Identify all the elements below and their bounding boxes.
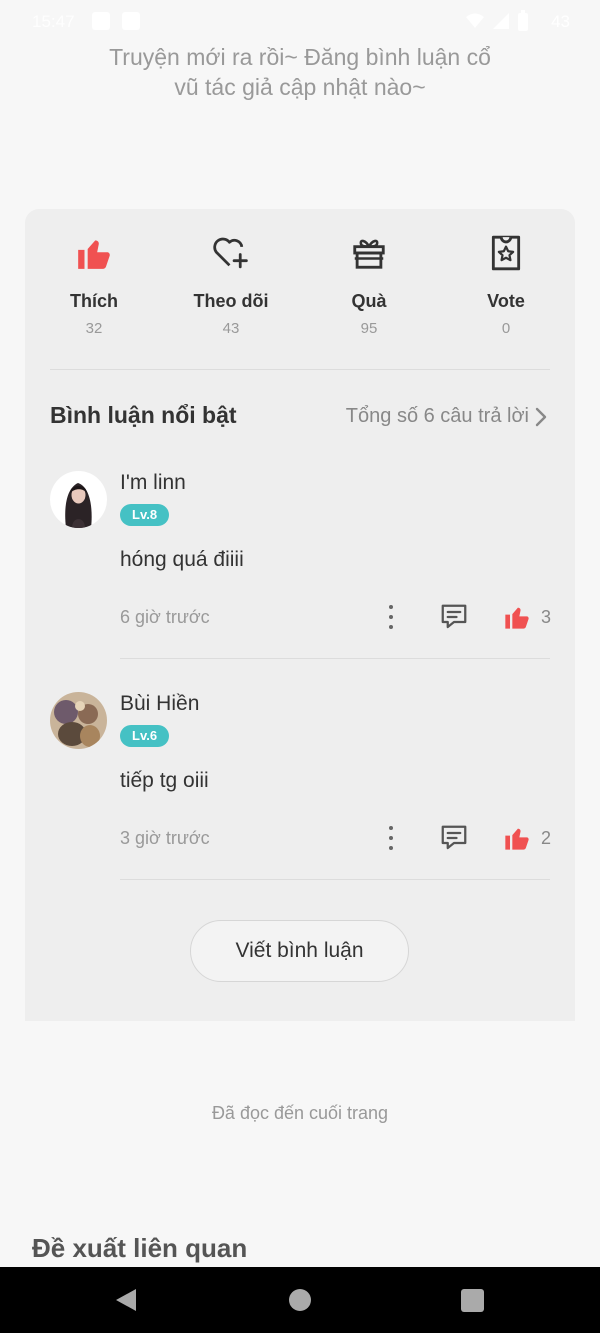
like-count: 32 <box>85 320 103 337</box>
divider <box>120 879 550 880</box>
all-replies-link[interactable]: Tổng số 6 câu trả lời <box>346 405 547 428</box>
divider <box>120 658 550 659</box>
vote-count: 0 <box>501 320 511 337</box>
divider <box>50 369 550 370</box>
battery-level: 43 <box>551 12 570 31</box>
follow-label: Theo dõi <box>193 291 269 311</box>
reply-icon <box>441 825 467 850</box>
gift-label: Quà <box>351 291 387 311</box>
gift-icon <box>353 239 385 269</box>
comment-text: tiếp tg oiii <box>120 769 209 792</box>
level-badge: Lv.8 <box>120 504 170 526</box>
comment-username[interactable]: I'm linn <box>120 471 186 495</box>
comment-text: hóng quá điiii <box>120 548 244 571</box>
notification-icon <box>92 12 110 30</box>
follow-action[interactable]: Theo dõi 43 <box>162 229 300 337</box>
like-label: Thích <box>70 291 118 311</box>
more-options-icon[interactable] <box>383 605 399 629</box>
notification-icon-2 <box>122 12 140 30</box>
avatar[interactable] <box>50 471 107 528</box>
battery-icon <box>518 10 528 31</box>
write-comment-button[interactable]: Viết bình luận <box>190 920 409 982</box>
thumbs-up-icon <box>78 240 110 269</box>
comment-username[interactable]: Bùi Hiền <box>120 692 199 716</box>
chevron-right-icon <box>535 407 547 426</box>
vote-label: Vote <box>487 291 525 311</box>
comment-like-count: 2 <box>541 827 552 848</box>
thumbs-up-icon <box>505 828 529 850</box>
status-bar: 15:47 43 <box>0 0 600 42</box>
status-time: 15:47 <box>32 12 75 31</box>
comment-time: 6 giờ trước <box>120 607 210 627</box>
wifi-icon <box>466 13 484 28</box>
signal-icon <box>493 13 509 29</box>
follow-count: 43 <box>222 320 240 337</box>
back-icon[interactable] <box>114 1287 138 1313</box>
thumbs-up-icon <box>505 607 529 629</box>
gift-action[interactable]: Quà 95 <box>300 229 438 337</box>
heart-plus-icon <box>213 237 248 269</box>
interaction-card: Thích 32 Theo dõi 43 Quà 95 Vote 0 Bình … <box>25 209 575 1021</box>
more-options-icon[interactable] <box>383 826 399 850</box>
action-bar: Thích 32 Theo dõi 43 Quà 95 Vote 0 <box>25 229 575 349</box>
gift-count: 95 <box>360 320 378 337</box>
home-icon[interactable] <box>289 1289 311 1311</box>
author-message-line-1: Truyện mới ra rồi~ Đăng bình luận cổ <box>109 44 491 70</box>
avatar[interactable] <box>50 692 107 749</box>
vote-ticket-icon <box>491 235 521 271</box>
related-section-title: Đề xuất liên quan <box>32 1233 248 1263</box>
comment-time: 3 giờ trước <box>120 828 210 848</box>
like-action[interactable]: Thích 32 <box>25 229 163 337</box>
system-nav-bar <box>0 1267 600 1333</box>
recent-apps-icon[interactable] <box>461 1289 484 1312</box>
featured-comments-title: Bình luận nổi bật <box>50 402 237 428</box>
comment-like-button[interactable]: 2 <box>503 824 551 852</box>
level-badge: Lv.6 <box>120 725 170 747</box>
author-message-line-2: vũ tác giả cập nhật nào~ <box>174 74 426 100</box>
comment-like-button[interactable]: 3 <box>503 603 551 631</box>
end-of-page-label: Đã đọc đến cuối trang <box>211 1103 389 1123</box>
reply-button[interactable] <box>439 603 469 636</box>
vote-action[interactable]: Vote 0 <box>437 229 575 337</box>
reply-icon <box>441 604 467 629</box>
comment-like-count: 3 <box>541 606 552 627</box>
author-message: Truyện mới ra rồi~ Đăng bình luận cổ vũ … <box>0 42 600 102</box>
reply-button[interactable] <box>439 824 469 857</box>
total-replies-label: Tổng số 6 câu trả lời <box>345 405 529 427</box>
